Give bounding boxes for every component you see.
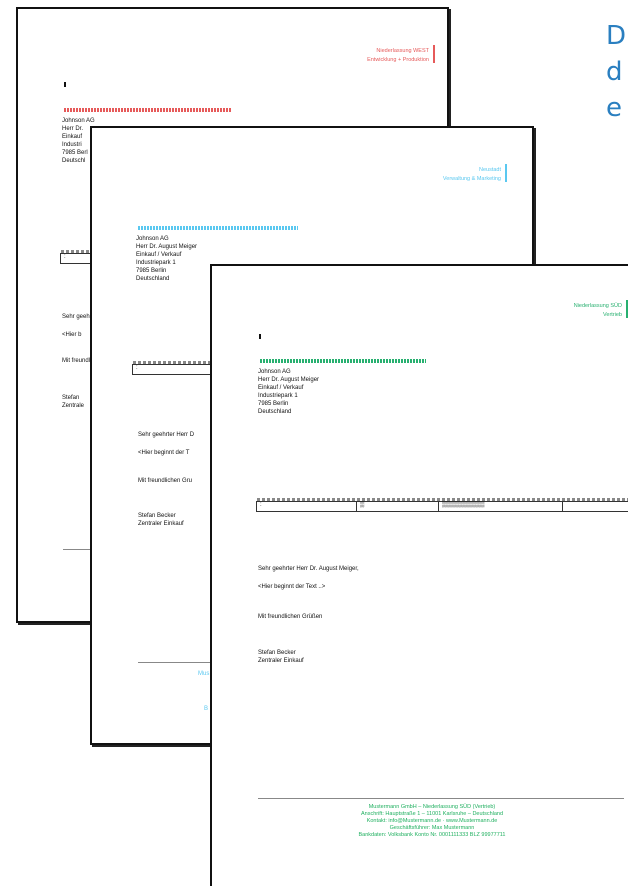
letter-greeting: Sehr geehrter Herr D — [138, 432, 195, 438]
address-line: Einkauf / Verkauf — [258, 385, 304, 391]
sender-line — [64, 108, 232, 112]
address-line: Herr Dr. August Meiger — [258, 377, 320, 383]
footer-line: Anschrift: Hauptstraße 1 – 11001 Karlsru… — [360, 811, 504, 817]
address-line: Herr Dr. August Meiger — [136, 244, 198, 250]
letter-closing: Mit freundlichen Grüßen — [258, 614, 323, 620]
footer-fragment: B — [204, 706, 209, 712]
branch-label: Niederlassung SÜD Vertrieb — [522, 300, 628, 320]
address-line: Deutschland — [258, 409, 292, 415]
letter-body-placeholder: <Hier beginnt der T — [138, 450, 190, 456]
footer-line: Mustermann GmbH – Niederlassung SÜD (Ver… — [368, 804, 496, 810]
branch-unit: Vertrieb — [603, 312, 622, 318]
letter-closing: Mit freundl — [62, 358, 91, 364]
reference-table: : ▒ ▒▒▒▒▒▒▒▒▒▒ — [256, 498, 628, 512]
footer-divider — [138, 662, 210, 663]
fold-mark — [259, 334, 261, 339]
address-line: Deutschland — [136, 276, 170, 282]
side-heading-line: e — [606, 93, 622, 123]
signature-name: Stefan Becker — [138, 513, 176, 519]
signature-department: Zentraler Einkauf — [138, 521, 184, 527]
letter-page-sued: Niederlassung SÜD Vertrieb Johnson AG He… — [210, 264, 628, 886]
address-line: Einkauf / Verkauf — [136, 252, 182, 258]
letter-closing: Mit freundlichen Gru — [138, 478, 193, 484]
footer-fragment: Mus — [198, 671, 210, 677]
branch-unit: Entwicklung + Produktion — [367, 57, 429, 63]
branch-unit: Verwaltung & Marketing — [442, 176, 501, 182]
letter-greeting: Sehr geehrter Herr Dr. August Meiger, — [258, 566, 359, 572]
side-heading-line: D — [606, 21, 627, 51]
company-footer: Mustermann GmbH – Niederlassung SÜD (Ver… — [282, 804, 582, 839]
address-line: 7985 Berlin — [258, 401, 289, 407]
reference-table: : — [132, 361, 212, 375]
branch-name: Neustadt — [478, 167, 501, 173]
footer-divider — [63, 549, 93, 550]
branch-bar — [505, 164, 507, 182]
sender-line — [260, 359, 426, 363]
footer-divider — [258, 798, 624, 799]
fold-mark — [64, 82, 66, 87]
address-line: 7985 Berlin — [136, 268, 167, 274]
side-heading-line: d — [606, 57, 623, 87]
sender-line — [138, 226, 298, 230]
branch-label: Neustadt Verwaltung & Marketing — [381, 164, 507, 184]
address-line: Johnson AG — [258, 369, 291, 375]
address-line: Johnson AG — [136, 236, 169, 242]
branch-name: Niederlassung SÜD — [573, 303, 622, 309]
signature-name: Stefan Becker — [258, 650, 296, 656]
signature-department: Zentrale — [62, 403, 85, 409]
footer-line: Geschäftsführer: Max Mustermann — [389, 825, 475, 831]
recipient-address: Johnson AG Herr Dr. August Meiger Einkau… — [136, 235, 197, 283]
recipient-address: Johnson AG Herr Dr. August Meiger Einkau… — [258, 368, 319, 416]
signature-department: Zentraler Einkauf — [258, 658, 304, 664]
branch-bar — [433, 45, 435, 63]
signature-name: Stefan — [62, 395, 80, 401]
letter-body-placeholder: <Hier beginnt der Text ..> — [258, 584, 326, 590]
branch-name: Niederlassung WEST — [376, 48, 429, 54]
letter-body-placeholder: <Hier b — [62, 332, 82, 338]
address-line: Industriepark 1 — [258, 393, 298, 399]
address-line: Johnson AG — [62, 118, 95, 124]
letter-greeting: Sehr geehrt — [62, 314, 94, 320]
address-line: Industriepark 1 — [136, 260, 176, 266]
footer-line: Kontakt: info@Mustermann.de · www.Muster… — [366, 818, 498, 824]
branch-label: Niederlassung WEST Entwicklung + Produkt… — [319, 45, 435, 65]
footer-line: Bankdaten: Volksbank Konto Nr. 000111133… — [358, 832, 506, 838]
side-heading: D d e — [606, 18, 626, 126]
